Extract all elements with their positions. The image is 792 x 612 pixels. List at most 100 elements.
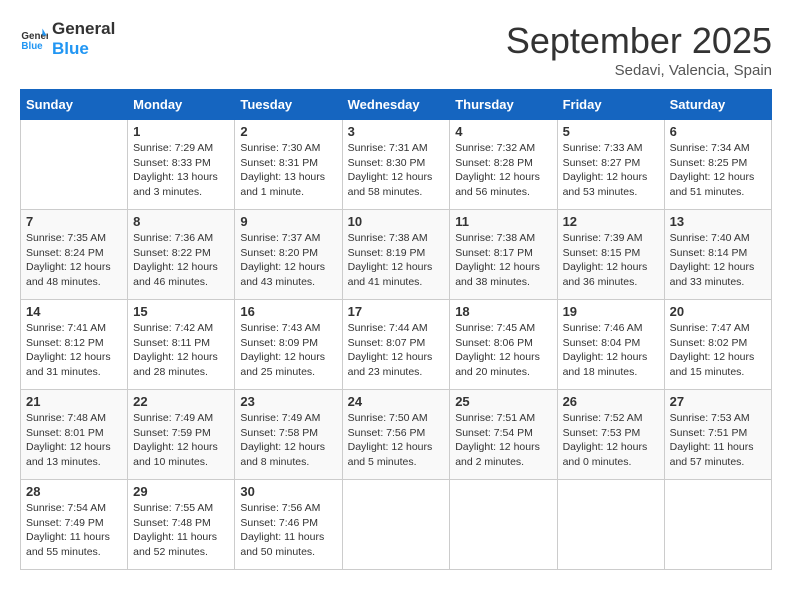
calendar-cell: 17 Sunrise: 7:44 AMSunset: 8:07 PMDayligh… (342, 300, 450, 390)
day-number: 23 (240, 394, 336, 409)
day-number: 30 (240, 484, 336, 499)
page-header: General Blue General Blue September 2025… (20, 20, 772, 79)
day-info: Sunrise: 7:43 AMSunset: 8:09 PMDaylight:… (240, 321, 336, 380)
day-number: 27 (670, 394, 766, 409)
day-number: 10 (348, 214, 445, 229)
day-number: 25 (455, 394, 551, 409)
calendar-cell: 23 Sunrise: 7:49 AMSunset: 7:58 PMDayligh… (235, 390, 342, 480)
weekday-header-saturday: Saturday (664, 90, 771, 120)
day-info: Sunrise: 7:31 AMSunset: 8:30 PMDaylight:… (348, 141, 445, 200)
day-info: Sunrise: 7:37 AMSunset: 8:20 PMDaylight:… (240, 231, 336, 290)
calendar-cell: 1 Sunrise: 7:29 AMSunset: 8:33 PMDaylight… (128, 120, 235, 210)
calendar-cell (450, 480, 557, 570)
day-number: 29 (133, 484, 229, 499)
day-number: 7 (26, 214, 122, 229)
day-info: Sunrise: 7:49 AMSunset: 7:58 PMDaylight:… (240, 411, 336, 470)
day-number: 1 (133, 124, 229, 139)
calendar-cell: 27 Sunrise: 7:53 AMSunset: 7:51 PMDayligh… (664, 390, 771, 480)
calendar-cell: 20Sunrise: 7:47 AMSunset: 8:02 PMDayligh… (664, 300, 771, 390)
calendar-cell: 30 Sunrise: 7:56 AMSunset: 7:46 PMDayligh… (235, 480, 342, 570)
day-number: 9 (240, 214, 336, 229)
weekday-header-tuesday: Tuesday (235, 90, 342, 120)
calendar-cell (21, 120, 128, 210)
day-info: Sunrise: 7:45 AMSunset: 8:06 PMDaylight:… (455, 321, 551, 380)
weekday-header-monday: Monday (128, 90, 235, 120)
day-number: 15 (133, 304, 229, 319)
day-number: 8 (133, 214, 229, 229)
day-info: Sunrise: 7:51 AMSunset: 7:54 PMDaylight:… (455, 411, 551, 470)
day-number: 11 (455, 214, 551, 229)
logo-blue-text: Blue (52, 39, 89, 58)
week-row-3: 14 Sunrise: 7:41 AMSunset: 8:12 PMDayligh… (21, 300, 772, 390)
day-info: Sunrise: 7:50 AMSunset: 7:56 PMDaylight:… (348, 411, 445, 470)
logo: General Blue General Blue (20, 20, 115, 59)
day-info: Sunrise: 7:44 AMSunset: 8:07 PMDaylight:… (348, 321, 445, 380)
week-row-4: 21 Sunrise: 7:48 AMSunset: 8:01 PMDayligh… (21, 390, 772, 480)
calendar-cell: 5Sunrise: 7:33 AMSunset: 8:27 PMDaylight… (557, 120, 664, 210)
day-info: Sunrise: 7:49 AMSunset: 7:59 PMDaylight:… (133, 411, 229, 470)
day-info: Sunrise: 7:47 AMSunset: 8:02 PMDaylight:… (670, 321, 766, 380)
day-info: Sunrise: 7:38 AMSunset: 8:19 PMDaylight:… (348, 231, 445, 290)
calendar-cell: 3 Sunrise: 7:31 AMSunset: 8:30 PMDaylight… (342, 120, 450, 210)
logo-icon: General Blue (20, 25, 48, 53)
week-row-1: 1 Sunrise: 7:29 AMSunset: 8:33 PMDaylight… (21, 120, 772, 210)
calendar-cell: 7 Sunrise: 7:35 AMSunset: 8:24 PMDaylight… (21, 210, 128, 300)
calendar-cell (557, 480, 664, 570)
day-number: 21 (26, 394, 122, 409)
day-number: 17 (348, 304, 445, 319)
weekday-header-row: SundayMondayTuesdayWednesdayThursdayFrid… (21, 90, 772, 120)
day-info: Sunrise: 7:39 AMSunset: 8:15 PMDaylight:… (563, 231, 659, 290)
day-number: 12 (563, 214, 659, 229)
day-info: Sunrise: 7:56 AMSunset: 7:46 PMDaylight:… (240, 501, 336, 560)
calendar-cell (664, 480, 771, 570)
location-subtitle: Sedavi, Valencia, Spain (506, 62, 772, 79)
calendar-table: SundayMondayTuesdayWednesdayThursdayFrid… (20, 89, 772, 570)
calendar-cell: 18 Sunrise: 7:45 AMSunset: 8:06 PMDayligh… (450, 300, 557, 390)
calendar-cell: 29 Sunrise: 7:55 AMSunset: 7:48 PMDayligh… (128, 480, 235, 570)
calendar-cell: 28Sunrise: 7:54 AMSunset: 7:49 PMDayligh… (21, 480, 128, 570)
day-info: Sunrise: 7:53 AMSunset: 7:51 PMDaylight:… (670, 411, 766, 470)
day-number: 3 (348, 124, 445, 139)
logo-general-text: General (52, 20, 115, 39)
day-info: Sunrise: 7:35 AMSunset: 8:24 PMDaylight:… (26, 231, 122, 290)
calendar-cell: 8Sunrise: 7:36 AMSunset: 8:22 PMDaylight… (128, 210, 235, 300)
day-number: 6 (670, 124, 766, 139)
calendar-cell: 26Sunrise: 7:52 AMSunset: 7:53 PMDayligh… (557, 390, 664, 480)
day-number: 16 (240, 304, 336, 319)
day-info: Sunrise: 7:52 AMSunset: 7:53 PMDaylight:… (563, 411, 659, 470)
day-number: 18 (455, 304, 551, 319)
title-block: September 2025 Sedavi, Valencia, Spain (506, 20, 772, 79)
calendar-cell: 13 Sunrise: 7:40 AMSunset: 8:14 PMDayligh… (664, 210, 771, 300)
calendar-cell: 9 Sunrise: 7:37 AMSunset: 8:20 PMDaylight… (235, 210, 342, 300)
day-info: Sunrise: 7:29 AMSunset: 8:33 PMDaylight:… (133, 141, 229, 200)
day-info: Sunrise: 7:41 AMSunset: 8:12 PMDaylight:… (26, 321, 122, 380)
day-number: 2 (240, 124, 336, 139)
weekday-header-friday: Friday (557, 90, 664, 120)
day-number: 22 (133, 394, 229, 409)
day-info: Sunrise: 7:32 AMSunset: 8:28 PMDaylight:… (455, 141, 551, 200)
day-number: 4 (455, 124, 551, 139)
day-info: Sunrise: 7:48 AMSunset: 8:01 PMDaylight:… (26, 411, 122, 470)
calendar-cell: 25 Sunrise: 7:51 AMSunset: 7:54 PMDayligh… (450, 390, 557, 480)
calendar-cell: 14 Sunrise: 7:41 AMSunset: 8:12 PMDayligh… (21, 300, 128, 390)
svg-text:Blue: Blue (21, 41, 43, 52)
calendar-cell (342, 480, 450, 570)
calendar-cell: 12 Sunrise: 7:39 AMSunset: 8:15 PMDayligh… (557, 210, 664, 300)
calendar-cell: 21 Sunrise: 7:48 AMSunset: 8:01 PMDayligh… (21, 390, 128, 480)
weekday-header-wednesday: Wednesday (342, 90, 450, 120)
weekday-header-thursday: Thursday (450, 90, 557, 120)
day-info: Sunrise: 7:55 AMSunset: 7:48 PMDaylight:… (133, 501, 229, 560)
day-info: Sunrise: 7:30 AMSunset: 8:31 PMDaylight:… (240, 141, 336, 200)
calendar-cell: 11Sunrise: 7:38 AMSunset: 8:17 PMDayligh… (450, 210, 557, 300)
day-info: Sunrise: 7:40 AMSunset: 8:14 PMDaylight:… (670, 231, 766, 290)
day-number: 14 (26, 304, 122, 319)
day-number: 28 (26, 484, 122, 499)
month-title: September 2025 (506, 20, 772, 62)
calendar-cell: 10 Sunrise: 7:38 AMSunset: 8:19 PMDayligh… (342, 210, 450, 300)
day-number: 19 (563, 304, 659, 319)
day-info: Sunrise: 7:46 AMSunset: 8:04 PMDaylight:… (563, 321, 659, 380)
day-info: Sunrise: 7:34 AMSunset: 8:25 PMDaylight:… (670, 141, 766, 200)
week-row-2: 7 Sunrise: 7:35 AMSunset: 8:24 PMDaylight… (21, 210, 772, 300)
day-number: 13 (670, 214, 766, 229)
calendar-cell: 22 Sunrise: 7:49 AMSunset: 7:59 PMDayligh… (128, 390, 235, 480)
